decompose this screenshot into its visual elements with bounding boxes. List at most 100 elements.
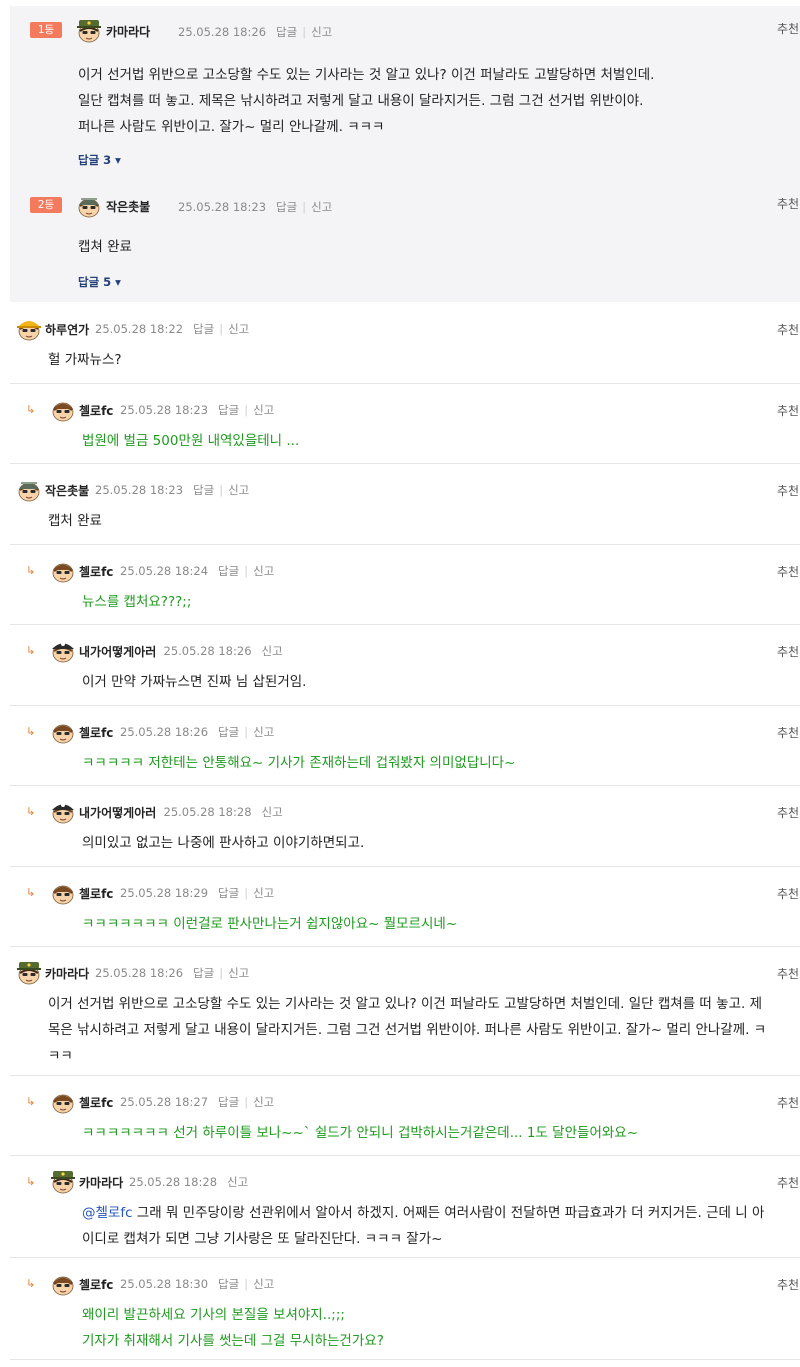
comment-date: 25.05.28 18:29 (120, 886, 209, 900)
nickname[interactable]: 카마라다 (45, 965, 89, 982)
report-link[interactable]: 신고 (253, 564, 274, 578)
nickname[interactable]: 작은촛불 (106, 198, 150, 215)
reply-link[interactable]: 답글 (276, 200, 297, 214)
recommend-button[interactable]: 추천 (777, 965, 799, 982)
comment-body: 왜이리 발끈하세요 기사의 본질을 보셔야지..;;; 기자가 취재해서 기사를 … (82, 1302, 384, 1354)
report-link[interactable]: 신고 (228, 483, 249, 497)
report-link[interactable]: 신고 (253, 1277, 274, 1291)
report-link[interactable]: 신고 (227, 1175, 248, 1189)
avatar[interactable] (50, 800, 76, 828)
rank-badge: 2등 (30, 197, 62, 213)
replies-toggle[interactable]: 답글 5 ▾ (78, 274, 121, 290)
avatar[interactable] (50, 559, 76, 587)
divider: | (219, 483, 224, 497)
comment-date: 25.05.28 18:26 (95, 966, 184, 980)
recommend-button[interactable]: 추천 (777, 482, 799, 499)
divider: | (244, 725, 249, 739)
comment-body: 이거 선거법 위반으로 고소당할 수도 있는 기사라는 것 알고 있나? 이건 … (48, 991, 766, 1069)
nickname[interactable]: 하루연가 (45, 321, 89, 338)
avatar[interactable] (16, 961, 42, 989)
report-link[interactable]: 신고 (228, 322, 249, 336)
comment-line: 의미있고 없고는 나중에 판사하고 이야기하면되고. (82, 835, 365, 851)
comment-meta: 25.05.28 18:22 답글 | 신고 (95, 321, 249, 337)
reply-link[interactable]: 답글 (193, 966, 214, 980)
recommend-button[interactable]: 추천 (777, 643, 799, 660)
comment-date: 25.05.28 18:24 (120, 564, 209, 578)
recommend-button[interactable]: 추천 (777, 195, 799, 212)
comment-meta: 25.05.28 18:26 신고 (164, 643, 283, 659)
report-link[interactable]: 신고 (311, 25, 332, 39)
recommend-button[interactable]: 추천 (777, 563, 799, 580)
avatar[interactable] (50, 1090, 76, 1118)
avatar[interactable] (76, 19, 102, 47)
nickname[interactable]: 내가어떻게아러 (79, 804, 156, 821)
reply-link[interactable]: 답글 (218, 886, 239, 900)
reply-link[interactable]: 답글 (218, 564, 239, 578)
reply-link[interactable]: 답글 (218, 403, 239, 417)
nickname[interactable]: 첼로fc (79, 724, 113, 741)
reply-row: ↳ 내가어떻게아러 25.05.28 18:28 신고 추천 의미있고 없고는 나중에 … (10, 786, 800, 867)
nickname[interactable]: 첼로fc (79, 1094, 113, 1111)
report-link[interactable]: 신고 (253, 725, 274, 739)
avatar[interactable] (50, 639, 76, 667)
comment-date: 25.05.28 18:26 (178, 25, 267, 39)
recommend-button[interactable]: 추천 (777, 804, 799, 821)
avatar[interactable] (16, 317, 42, 345)
reply-link[interactable]: 답글 (193, 322, 214, 336)
nickname[interactable]: 작은촛불 (45, 482, 89, 499)
report-link[interactable]: 신고 (253, 886, 274, 900)
nickname[interactable]: 카마라다 (106, 23, 150, 40)
comment-date: 25.05.28 18:22 (95, 322, 184, 336)
comment-meta: 25.05.28 18:26 답글 | 신고 (178, 24, 332, 40)
reply-row: ↳ 첼로fc 25.05.28 18:30 답글 | 신고 추천 왜이리 발끈하세요 기사의… (10, 1258, 800, 1360)
report-link[interactable]: 신고 (262, 644, 283, 658)
reply-arrow-icon: ↳ (26, 1175, 36, 1188)
comment-line: ㅋㅋ (48, 1048, 73, 1064)
reply-row: ↳ 카마라다 25.05.28 18:28 신고 추천 @첼로fc 그래 뭐 민주당이랑… (10, 1156, 800, 1258)
recommend-button[interactable]: 추천 (777, 1094, 799, 1111)
reply-link[interactable]: 답글 (218, 1095, 239, 1109)
avatar[interactable] (16, 478, 42, 506)
recommend-button[interactable]: 추천 (777, 321, 799, 338)
divider: | (244, 1277, 249, 1291)
avatar[interactable] (76, 194, 102, 222)
recommend-button[interactable]: 추천 (777, 724, 799, 741)
report-link[interactable]: 신고 (253, 403, 274, 417)
avatar[interactable] (50, 720, 76, 748)
reply-link[interactable]: 답글 (193, 483, 214, 497)
avatar[interactable] (50, 881, 76, 909)
comment-line: ㅋㅋㅋㅋㅋㅋㅋ 선거 하루이틀 보나~~` 쉴드가 안되니 겁박하시는거같은데.… (82, 1125, 639, 1141)
reply-link[interactable]: 답글 (218, 1277, 239, 1291)
nickname[interactable]: 내가어떻게아러 (79, 643, 156, 660)
comment-body: 이거 선거법 위반으로 고소당할 수도 있는 기사라는 것 알고 있나? 이건 … (78, 62, 654, 140)
report-link[interactable]: 신고 (311, 200, 332, 214)
nickname[interactable]: 첼로fc (79, 885, 113, 902)
nickname[interactable]: 첼로fc (79, 1276, 113, 1293)
report-link[interactable]: 신고 (253, 1095, 274, 1109)
comment-meta: 25.05.28 18:29 답글 | 신고 (120, 885, 274, 901)
recommend-button[interactable]: 추천 (777, 402, 799, 419)
recommend-button[interactable]: 추천 (777, 885, 799, 902)
replies-toggle[interactable]: 답글 3 ▾ (78, 152, 121, 168)
comment-body: 이거 만약 가짜뉴스면 진짜 님 삽된거임. (82, 669, 306, 695)
nickname[interactable]: 첼로fc (79, 563, 113, 580)
reply-link[interactable]: 답글 (276, 25, 297, 39)
comment-body: 캡처 완료 (48, 508, 102, 534)
report-link[interactable]: 신고 (262, 805, 283, 819)
chevron-down-icon: ▾ (111, 153, 121, 167)
replies-toggle-label: 답글 5 (78, 275, 112, 289)
avatar[interactable] (50, 398, 76, 426)
comment-date: 25.05.28 18:27 (120, 1095, 209, 1109)
nickname[interactable]: 카마라다 (79, 1174, 123, 1191)
nickname[interactable]: 첼로fc (79, 402, 113, 419)
divider: | (302, 200, 307, 214)
recommend-button[interactable]: 추천 (777, 1174, 799, 1191)
avatar[interactable] (50, 1272, 76, 1300)
comment-meta: 25.05.28 18:30 답글 | 신고 (120, 1276, 274, 1292)
recommend-button[interactable]: 추천 (777, 20, 799, 37)
reply-link[interactable]: 답글 (218, 725, 239, 739)
mention-link[interactable]: @첼로fc (82, 1205, 133, 1221)
report-link[interactable]: 신고 (228, 966, 249, 980)
recommend-button[interactable]: 추천 (777, 1276, 799, 1293)
avatar[interactable] (50, 1170, 76, 1198)
